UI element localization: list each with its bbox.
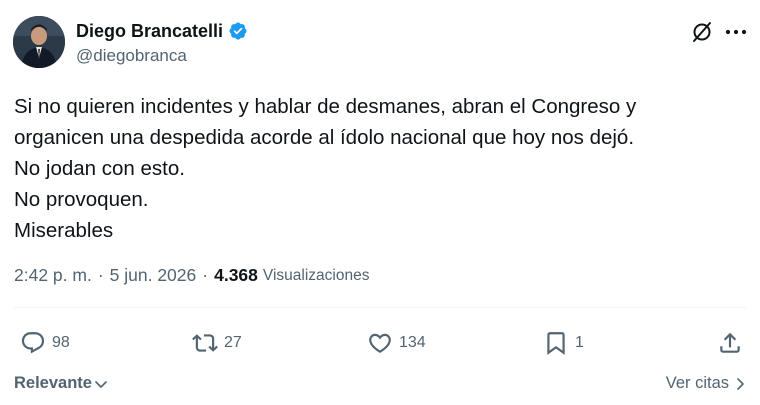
- reply-count: 98: [52, 334, 70, 351]
- grok-slash-circle-icon[interactable]: [689, 19, 715, 45]
- views-label: Visualizaciones: [262, 266, 370, 284]
- chevron-down-icon: [95, 380, 107, 388]
- replies-footer: Relevante Ver citas: [0, 374, 760, 398]
- meta-separator: ·: [97, 265, 104, 285]
- like-button[interactable]: 134: [367, 328, 426, 358]
- avatar[interactable]: [13, 16, 65, 68]
- tweet-line: organicen una despedida acorde al ídolo …: [14, 126, 635, 149]
- share-button[interactable]: [717, 328, 743, 358]
- tweet-date[interactable]: 5 jun. 2026: [110, 265, 197, 286]
- tweet-line: Si no quieren incidentes y hablar de des…: [14, 95, 637, 118]
- tweet-line: Miserables: [14, 219, 114, 242]
- share-icon: [720, 332, 740, 353]
- author-name-row: Diego Brancatelli: [76, 20, 248, 42]
- more-horizontal-icon[interactable]: [722, 19, 750, 45]
- tweet-text: Si no quieren incidentes y hablar de des…: [14, 91, 744, 246]
- bookmark-button[interactable]: 1: [543, 328, 584, 358]
- view-quotes-label: Ver citas: [665, 374, 729, 392]
- verified-badge-icon: [228, 21, 248, 41]
- bookmark-count: 1: [575, 334, 584, 351]
- view-quotes-link[interactable]: Ver citas: [666, 374, 747, 393]
- retweet-count: 27: [224, 334, 242, 351]
- reply-bubble-icon: [21, 332, 45, 354]
- tweet-meta: 2:42 p. m. · 5 jun. 2026 · 4.368 Visuali…: [14, 265, 369, 286]
- heart-icon: [369, 333, 391, 353]
- reply-button[interactable]: 98: [20, 328, 70, 358]
- retweet-icon: [192, 334, 218, 352]
- chevron-right-icon: [737, 377, 744, 390]
- sort-label: Relevante: [14, 374, 92, 392]
- retweet-button[interactable]: 27: [192, 328, 242, 358]
- avatar-photo: [13, 16, 65, 68]
- like-count: 134: [399, 334, 426, 351]
- author-handle[interactable]: @diegobranca: [76, 46, 187, 66]
- author-name[interactable]: Diego Brancatelli: [76, 21, 223, 42]
- tweet-line: No provoquen.: [14, 188, 149, 211]
- bookmark-icon: [547, 332, 565, 355]
- meta-separator: ·: [202, 265, 209, 285]
- action-bar: 98 27 134 1: [0, 328, 760, 358]
- views-count: 4.368: [214, 265, 258, 285]
- tweet-time[interactable]: 2:42 p. m.: [14, 265, 92, 286]
- tweet-line: No jodan con esto.: [14, 157, 185, 180]
- divider: [14, 307, 746, 308]
- sort-dropdown[interactable]: Relevante: [14, 374, 108, 393]
